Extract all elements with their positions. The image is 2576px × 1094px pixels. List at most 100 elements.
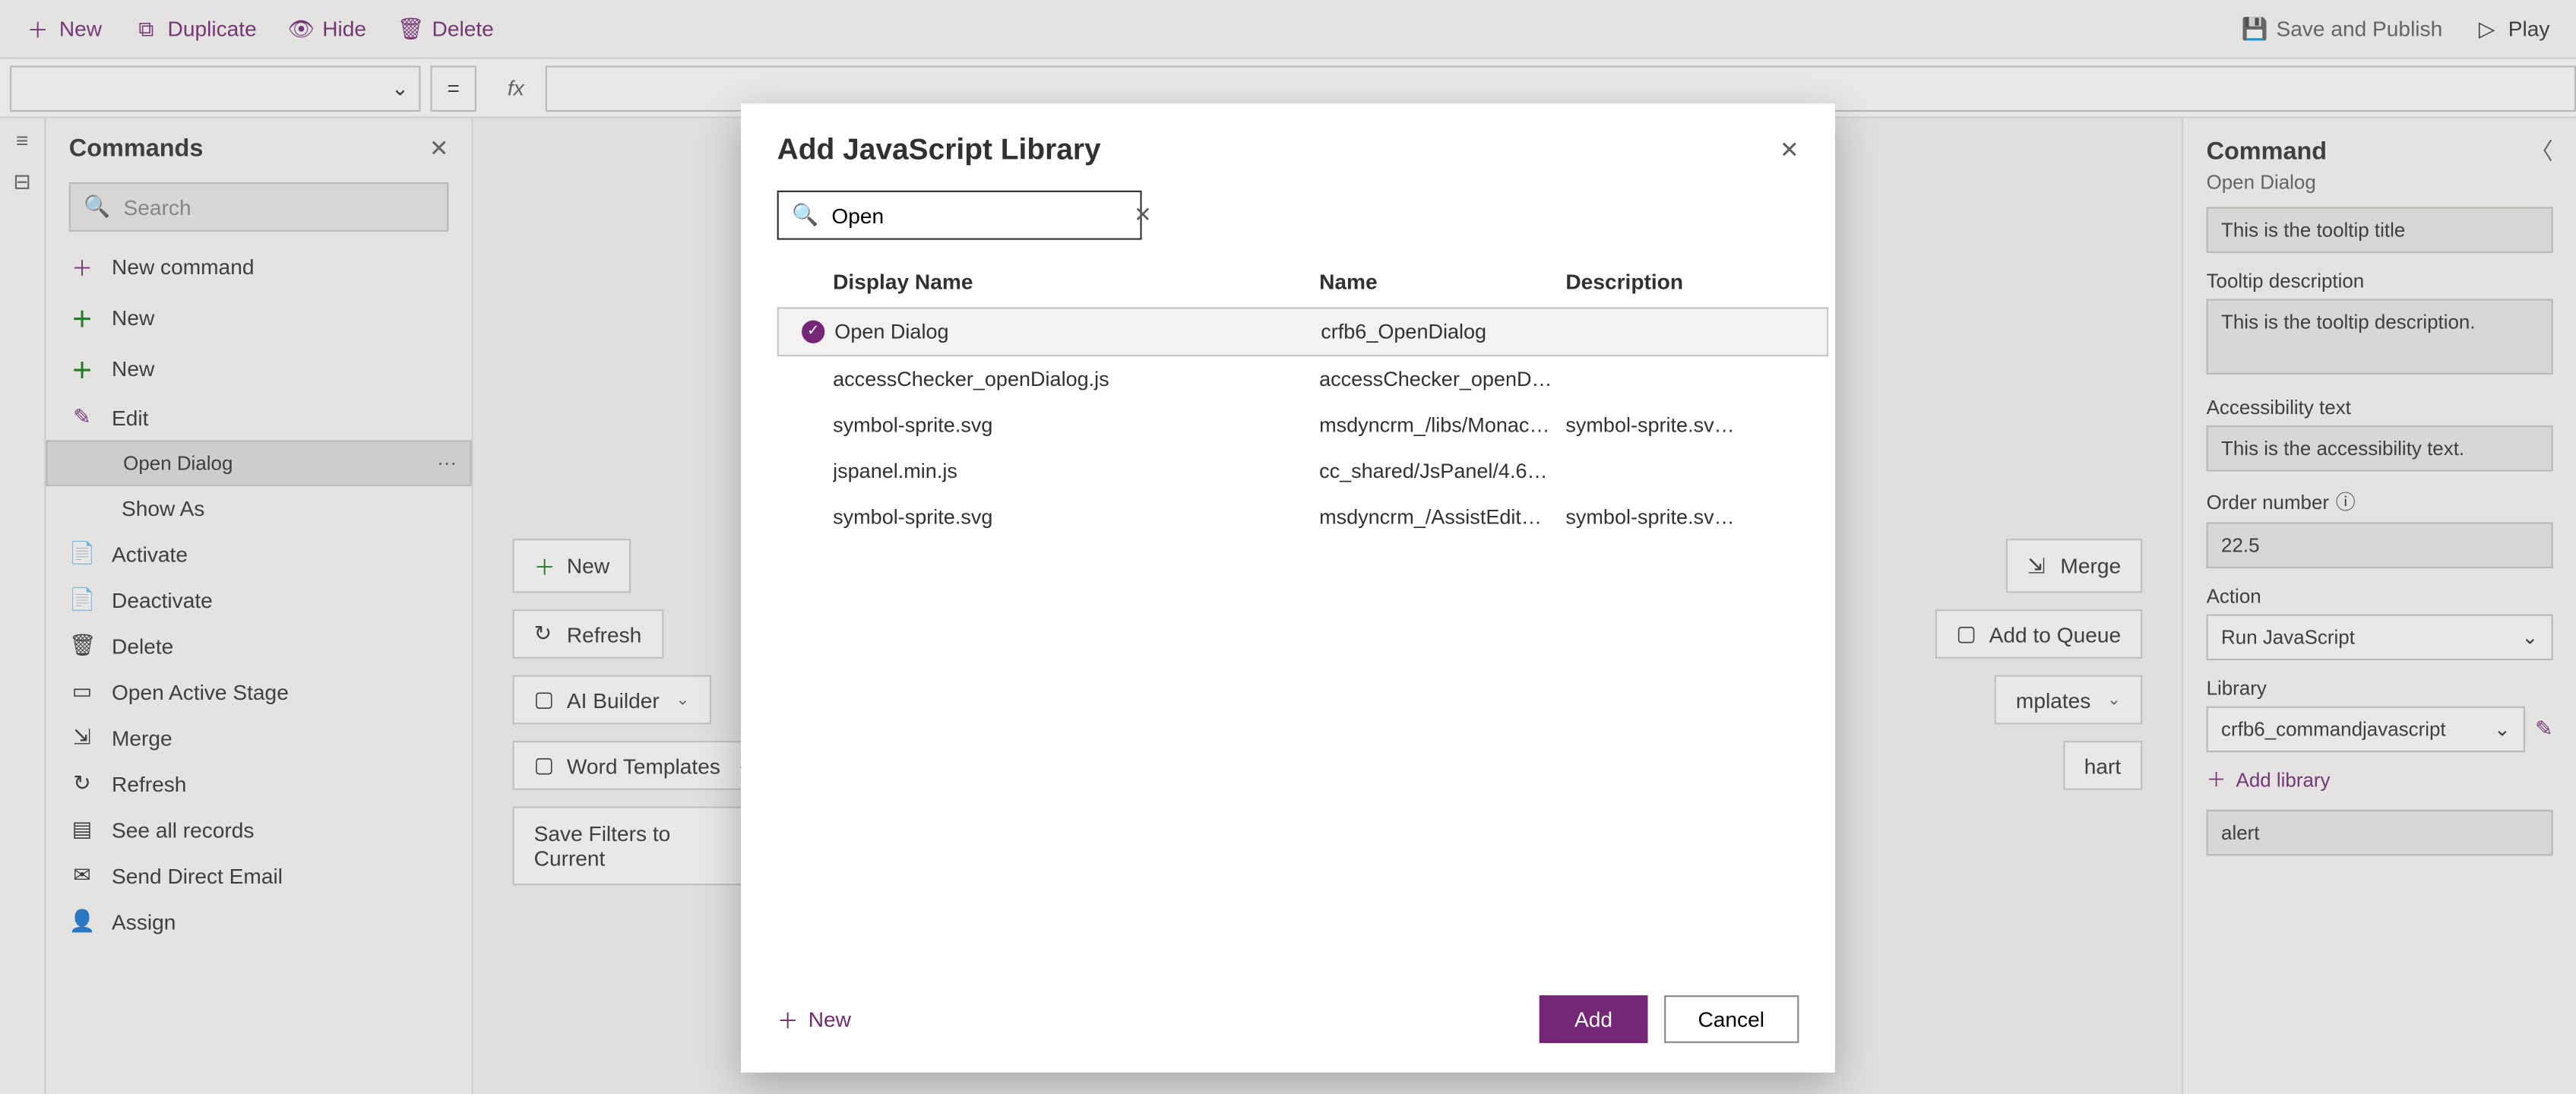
dialog-new-button[interactable]: ＋New — [777, 1004, 851, 1035]
command-item-label: Open Dialog — [123, 452, 233, 475]
command-item-delete[interactable]: 🗑Delete — [46, 622, 472, 669]
canvas-chip-ai-builder[interactable]: ▢AI Builder⌄ — [513, 675, 711, 725]
library-row[interactable]: symbol-sprite.svgmsdyncrm_/libs/Monaco…s… — [777, 403, 1829, 449]
plus-icon: ＋ — [777, 1004, 799, 1035]
library-row[interactable]: symbol-sprite.svgmsdyncrm_/AssistEditCo…… — [777, 495, 1829, 541]
command-item-label: Send Direct Email — [112, 863, 283, 887]
command-item-open-dialog[interactable]: Open Dialog — [46, 440, 472, 486]
tree-icon[interactable]: ≡ — [16, 128, 28, 153]
left-rail: ≡ ⊟ — [0, 119, 46, 1094]
action-select[interactable]: Run JavaScript⌄ — [2207, 615, 2553, 661]
refresh-icon: ↻ — [534, 621, 557, 647]
order-input[interactable] — [2207, 523, 2553, 569]
hide-button[interactable]: 👁Hide — [277, 10, 380, 48]
search-input[interactable]: 🔍 Search — [69, 182, 448, 232]
command-item-label: New — [112, 356, 154, 381]
command-item-assign[interactable]: 👤Assign — [46, 899, 472, 945]
add-button[interactable]: Add — [1540, 995, 1647, 1043]
queue-icon: ▢ — [1956, 621, 1979, 647]
command-item-label: Open Active Stage — [112, 679, 289, 704]
tooltip-title-input[interactable] — [2207, 207, 2553, 253]
canvas-chip-mplates[interactable]: mplates⌄ — [1995, 675, 2142, 725]
property-dropdown[interactable]: ⌄ — [10, 65, 421, 111]
fx-label: fx — [486, 65, 546, 111]
dialog-search-input[interactable] — [831, 203, 1121, 227]
canvas-chip-merge[interactable]: ⇲Merge — [2006, 539, 2142, 593]
duplicate-icon: ⧉ — [134, 17, 157, 40]
search-icon: 🔍 — [84, 194, 110, 220]
command-item-send-direct-email[interactable]: ✉Send Direct Email — [46, 852, 472, 899]
function-input[interactable] — [2207, 810, 2553, 856]
canvas-chip-refresh[interactable]: ↻Refresh — [513, 609, 663, 659]
command-item-activate[interactable]: 📄Activate — [46, 530, 472, 577]
row-name: accessChecker_openDial… — [1319, 368, 1565, 390]
chevron-left-icon[interactable]: 〈 — [2530, 134, 2552, 167]
close-icon[interactable]: ✕ — [429, 134, 448, 163]
library-select[interactable]: crfb6_commandjavascript⌄ — [2207, 707, 2526, 753]
commands-panel: Commands ✕ 🔍 Search ＋New command ＋New＋Ne… — [46, 119, 473, 1094]
plus-icon: ＋ — [69, 302, 96, 334]
command-item-label: See all records — [112, 817, 254, 842]
library-row[interactable]: Open Dialogcrfb6_OpenDialog — [777, 307, 1829, 356]
col-name: Name — [1319, 270, 1565, 294]
row-name: crfb6_OpenDialog — [1321, 321, 1567, 343]
save-filters-chip[interactable]: Save Filters to Current — [513, 807, 759, 886]
command-item-see-all-records[interactable]: ▤ See all records — [46, 807, 472, 853]
dialog-results[interactable]: Display Name Name Description Open Dialo… — [777, 256, 1829, 972]
col-display-name: Display Name — [833, 270, 1319, 294]
command-item-edit[interactable]: ✎Edit — [46, 394, 472, 441]
delete-icon: 🗑 — [69, 632, 96, 659]
command-item-show-as[interactable]: Show As — [46, 486, 472, 530]
activate-icon: 📄 — [69, 540, 96, 567]
command-item-label: Merge — [112, 726, 172, 750]
command-item-open-active-stage[interactable]: ▭ Open Active Stage — [46, 669, 472, 715]
search-icon: 🔍 — [792, 202, 818, 229]
command-item-new[interactable]: ＋New — [46, 343, 472, 394]
list-icon[interactable]: ⊟ — [13, 169, 31, 196]
canvas-chip-hart[interactable]: hart — [2063, 741, 2143, 790]
save-icon: 💾 — [2243, 17, 2266, 40]
command-item-deactivate[interactable]: 📄Deactivate — [46, 577, 472, 623]
chevron-down-icon: ⌄ — [391, 74, 410, 101]
command-item-new[interactable]: ＋ New — [46, 292, 472, 343]
play-button[interactable]: ▷Play — [2462, 10, 2563, 48]
row-display-name: jspanel.min.js — [833, 460, 1319, 482]
new-button[interactable]: ＋New — [13, 10, 115, 48]
chevron-down-icon: ⌄ — [2494, 718, 2511, 741]
library-row[interactable]: jspanel.min.jscc_shared/JsPanel/4.6.0/… — [777, 448, 1829, 495]
edit-icon: ✎ — [69, 404, 96, 431]
close-icon[interactable]: ✕ — [1780, 136, 1799, 164]
merge-icon: ⇲ — [2027, 553, 2050, 580]
tooltip-desc-label: Tooltip description — [2207, 270, 2553, 292]
library-label: Library — [2207, 677, 2553, 700]
records-icon: ▤ — [69, 817, 96, 843]
save-publish-button[interactable]: 💾Save and Publish — [2230, 10, 2456, 48]
play-icon: ▷ — [2475, 17, 2498, 40]
canvas-chip-new[interactable]: ＋New — [513, 539, 631, 593]
cancel-button[interactable]: Cancel — [1663, 995, 1799, 1043]
add-library-button[interactable]: ＋Add library — [2207, 765, 2553, 793]
canvas-chip-word-templates[interactable]: ▢Word Templates⌄ — [513, 741, 772, 790]
equals-button[interactable]: = — [430, 65, 476, 111]
new-command-button[interactable]: ＋New command — [46, 242, 472, 292]
library-row[interactable]: accessChecker_openDialog.jsaccessChecker… — [777, 356, 1829, 403]
dialog-search[interactable]: 🔍 ✕ — [777, 191, 1142, 240]
col-description: Description — [1565, 270, 1828, 294]
tooltip-desc-input[interactable]: This is the tooltip description. — [2207, 299, 2553, 374]
trash-icon: 🗑 — [399, 17, 422, 40]
stage-icon: ▭ — [69, 678, 96, 705]
command-item-refresh[interactable]: ↻Refresh — [46, 760, 472, 807]
edit-icon[interactable]: ✎ — [2535, 716, 2553, 743]
command-item-merge[interactable]: ⇲Merge — [46, 714, 472, 760]
duplicate-button[interactable]: ⧉Duplicate — [122, 10, 270, 48]
canvas-chip-add-to-queue[interactable]: ▢Add to Queue — [1935, 609, 2142, 659]
chevron-down-icon: ⌄ — [676, 691, 689, 709]
top-toolbar: ＋New ⧉Duplicate 👁Hide 🗑Delete 💾Save and … — [0, 0, 2576, 59]
delete-button[interactable]: 🗑Delete — [386, 10, 507, 48]
clear-icon[interactable]: ✕ — [1134, 202, 1152, 229]
row-name: msdyncrm_/libs/Monaco… — [1319, 414, 1565, 437]
row-description: symbol-sprite.sv… — [1565, 506, 1828, 529]
command-item-label: New — [112, 305, 154, 330]
a11y-input[interactable] — [2207, 425, 2553, 472]
chevron-down-icon: ⌄ — [2522, 626, 2539, 649]
